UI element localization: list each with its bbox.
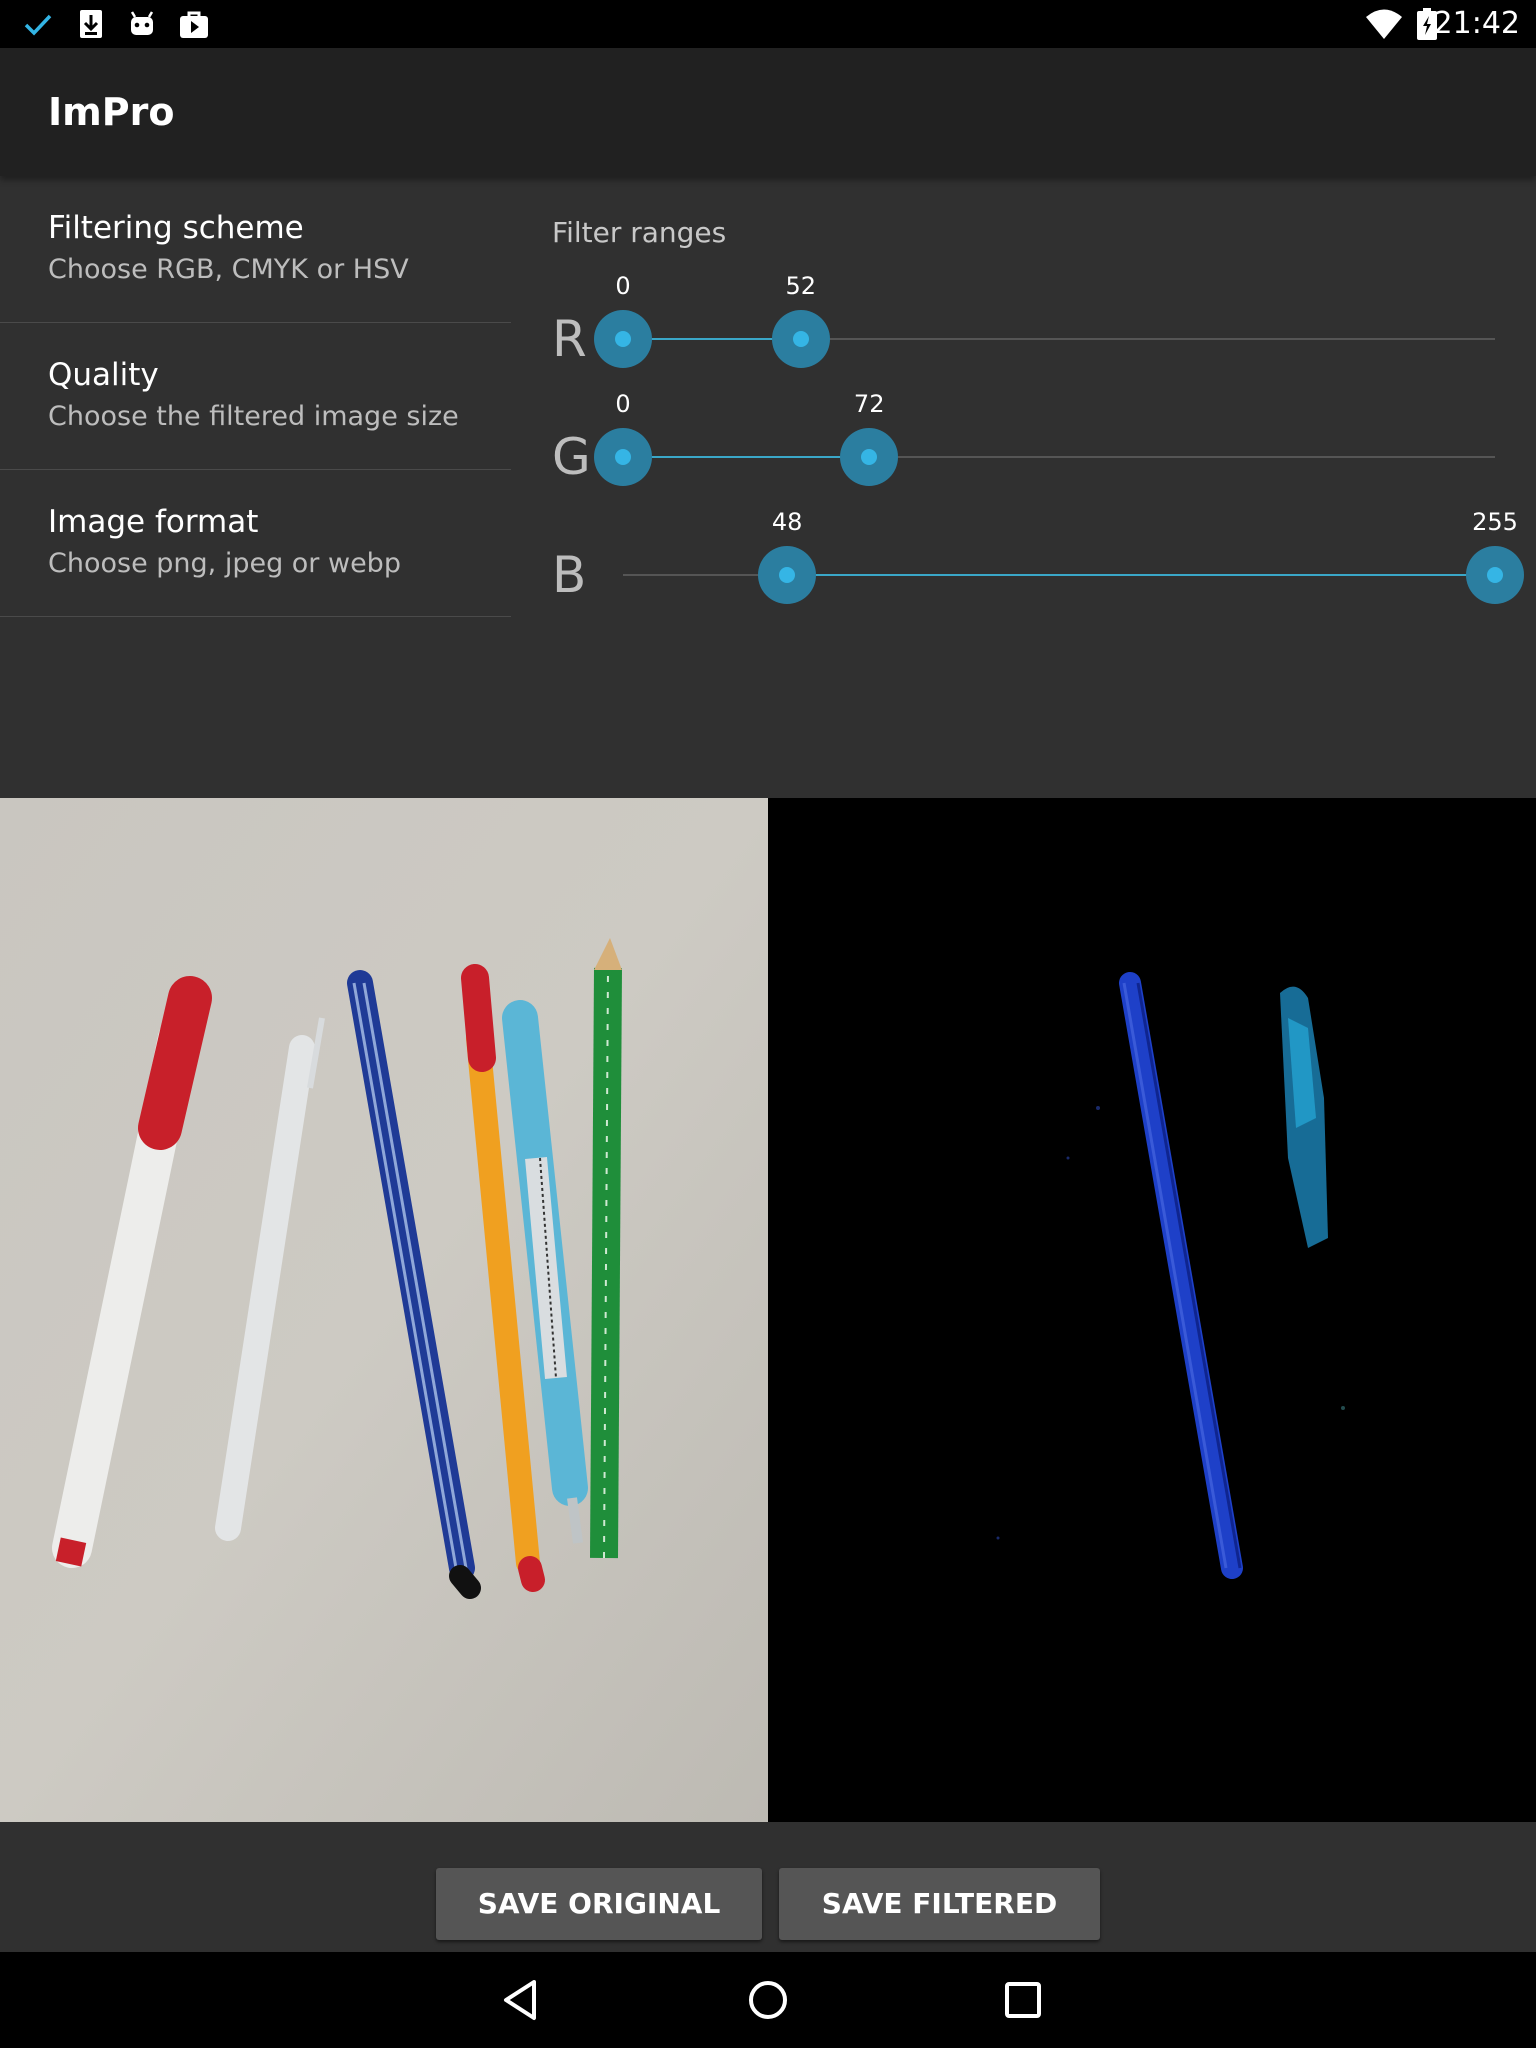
status-time: 21:42 xyxy=(1433,6,1520,41)
slider-range-fill xyxy=(623,456,870,458)
setting-title: Filtering scheme xyxy=(48,210,304,246)
recents-icon[interactable] xyxy=(993,1970,1053,2030)
slider-max-thumb[interactable] xyxy=(840,428,899,486)
setting-title: Image format xyxy=(48,504,259,540)
slider-min-value: 48 xyxy=(771,508,803,536)
save-original-image-button[interactable]: SAVE ORIGINAL IMAGE xyxy=(436,1868,762,1992)
back-icon[interactable] xyxy=(490,1970,550,2030)
setting-subtitle: Choose the filtered image size xyxy=(48,401,459,432)
navigation-bar xyxy=(0,1952,1536,2048)
range-slider-g[interactable]: G 0 72 xyxy=(540,380,1500,486)
slider-max-value: 255 xyxy=(1472,508,1518,536)
slider-max-thumb[interactable] xyxy=(771,310,830,368)
channel-label: B xyxy=(552,546,587,604)
range-slider-r[interactable]: R 0 52 xyxy=(540,262,1500,368)
slider-range-fill xyxy=(787,574,1495,576)
download-icon xyxy=(74,8,108,40)
wifi-icon xyxy=(1364,8,1404,40)
slider-min-thumb[interactable] xyxy=(594,428,652,486)
original-image xyxy=(0,798,768,1822)
setting-subtitle: Choose RGB, CMYK or HSV xyxy=(48,254,409,285)
filtered-image xyxy=(768,798,1536,1822)
channel-label: R xyxy=(552,310,587,368)
setting-subtitle: Choose png, jpeg or webp xyxy=(48,548,401,579)
home-icon[interactable] xyxy=(738,1970,798,2030)
slider-max-value: 52 xyxy=(785,272,817,300)
save-filtered-image-button[interactable]: SAVE FILTERED IMAGE xyxy=(779,1868,1100,1992)
android-icon xyxy=(124,8,160,40)
setting-title: Quality xyxy=(48,357,159,393)
setting-image-format[interactable]: Image format Choose png, jpeg or webp xyxy=(0,470,511,617)
channel-label: G xyxy=(552,428,591,486)
slider-min-value: 0 xyxy=(615,272,631,300)
check-icon xyxy=(20,8,56,40)
setting-filtering-scheme[interactable]: Filtering scheme Choose RGB, CMYK or HSV xyxy=(0,176,511,323)
shopping-bag-icon xyxy=(176,8,212,40)
app-bar: ImPro xyxy=(0,48,1536,176)
slider-min-value: 0 xyxy=(615,390,631,418)
status-bar: 21:42 xyxy=(0,0,1536,48)
range-slider-b[interactable]: B 48 255 xyxy=(540,498,1524,604)
slider-min-thumb[interactable] xyxy=(594,310,652,368)
filter-ranges-label: Filter ranges xyxy=(552,216,727,249)
slider-max-thumb[interactable] xyxy=(1466,546,1524,604)
setting-quality[interactable]: Quality Choose the filtered image size xyxy=(0,323,511,470)
slider-max-value: 72 xyxy=(853,390,885,418)
slider-min-thumb[interactable] xyxy=(758,546,817,604)
app-title: ImPro xyxy=(48,90,175,134)
